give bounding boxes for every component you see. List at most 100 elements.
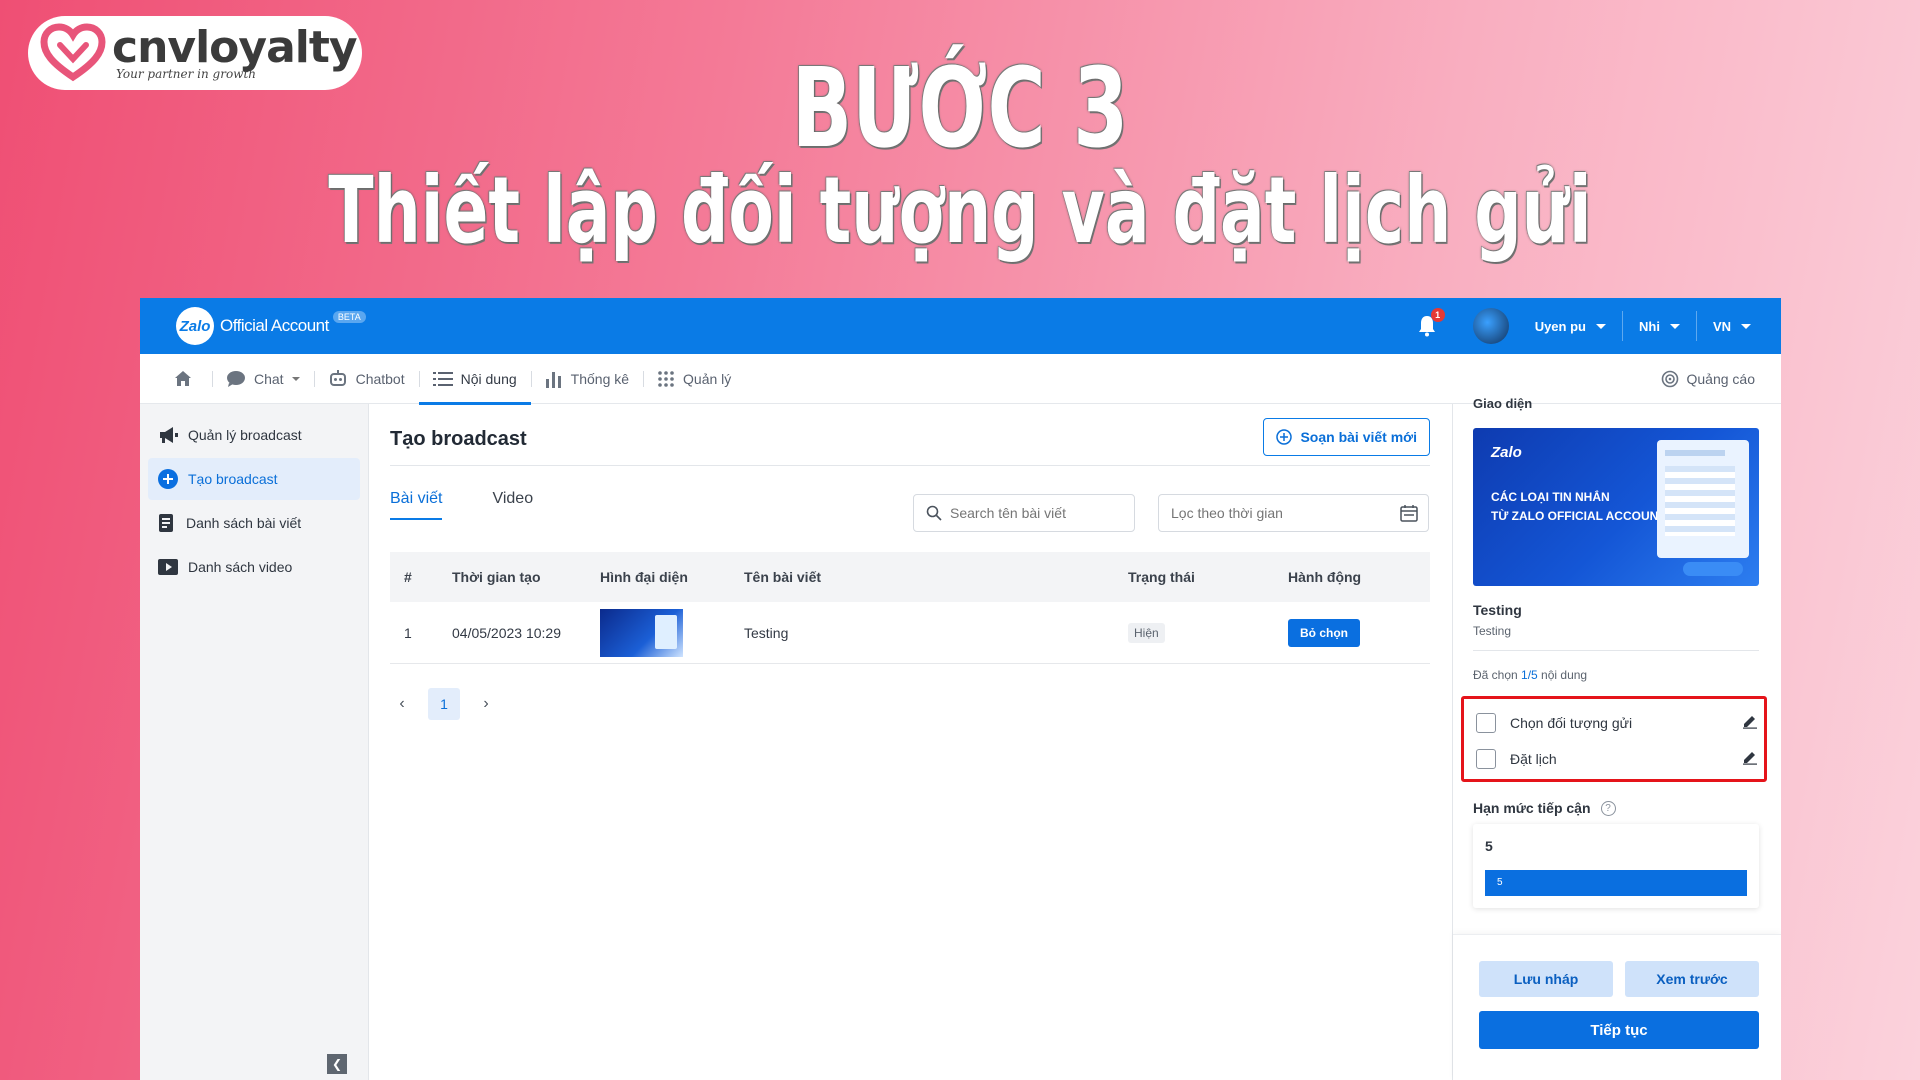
row-created-time: 04/05/2023 10:29 [452, 624, 561, 641]
nav-statistics[interactable]: Thống kê [530, 354, 643, 404]
schedule-checkbox[interactable] [1476, 749, 1496, 769]
account-name: Nhi [1638, 318, 1660, 334]
brand-label: Official Account [220, 316, 329, 335]
selected-prefix: Đã chọn [1473, 668, 1522, 682]
panel-footer: Lưu nháp Xem trước Tiếp tục [1453, 934, 1781, 1080]
next-page-button[interactable]: › [474, 692, 498, 716]
notification-button[interactable]: 1 [1415, 308, 1445, 338]
user-name: Uyen pu [1534, 318, 1586, 334]
reach-limit-value: 5 [1485, 838, 1493, 854]
section-heading: Giao diện [1473, 396, 1533, 411]
plus-circle-icon [158, 469, 178, 489]
broadcast-settings-panel: Giao diện Zalo CÁC LOẠI TIN NHẮN TỪ ZALO… [1452, 396, 1781, 1080]
audience-checkbox[interactable] [1476, 713, 1496, 733]
column-header: Hình đại diện [600, 569, 688, 585]
prev-page-button[interactable]: ‹ [390, 692, 414, 716]
date-filter[interactable] [1158, 494, 1429, 532]
sidebar-collapse-button[interactable]: ❮ [327, 1054, 347, 1074]
sidebar-item-video-list[interactable]: Danh sách video [148, 546, 360, 588]
page-number[interactable]: 1 [428, 688, 460, 720]
tab-articles[interactable]: Bài viết [390, 490, 443, 520]
sidebar-item-article-list[interactable]: Danh sách bài viết [148, 502, 360, 544]
nav-management[interactable]: Quản lý [643, 354, 745, 404]
column-header: Trạng thái [1128, 569, 1195, 585]
option-schedule[interactable]: Đặt lịch [1476, 747, 1758, 771]
reach-limit-card: 5 5 [1473, 824, 1759, 908]
status-badge: Hiện [1128, 622, 1165, 643]
zalo-oa-brand[interactable]: Zalo Official Account BETA [176, 307, 366, 345]
nav-label: Chat [254, 370, 284, 387]
reach-limit-bar: 5 [1485, 870, 1747, 896]
sidebar-item-create-broadcast[interactable]: Tạo broadcast [148, 458, 360, 500]
option-select-audience[interactable]: Chọn đối tượng gửi [1476, 711, 1758, 735]
search-field[interactable] [913, 494, 1135, 532]
selected-count: 1/5 [1521, 668, 1538, 682]
page-title: Tạo broadcast [390, 428, 527, 450]
compose-new-article-button[interactable]: Soạn bài viết mới [1263, 418, 1430, 456]
option-label: Chọn đối tượng gửi [1510, 715, 1633, 731]
search-input[interactable] [950, 505, 1120, 521]
highlight-box: Chọn đối tượng gửi Đặt lịch [1461, 696, 1767, 782]
beta-badge: BETA [332, 311, 366, 323]
search-icon [926, 505, 942, 521]
list-icon [432, 371, 453, 386]
language-switcher[interactable]: VN [1695, 311, 1767, 341]
help-icon[interactable]: ? [1600, 800, 1616, 816]
compose-label: Soạn bài viết mới [1300, 429, 1417, 445]
column-header: Thời gian tạo [452, 569, 541, 585]
article-preview-card: Zalo CÁC LOẠI TIN NHẮN TỪ ZALO OFFICIAL … [1473, 428, 1759, 586]
date-filter-input[interactable] [1171, 505, 1371, 521]
column-header: # [404, 569, 412, 585]
preview-brand: Zalo [1491, 444, 1522, 461]
tab-videos[interactable]: Video [492, 490, 533, 520]
pencil-icon[interactable] [1742, 749, 1758, 765]
preview-pill-graphic [1683, 562, 1743, 576]
deselect-button[interactable]: Bỏ chọn [1288, 618, 1360, 647]
reach-limit-label: Hạn mức tiếp cận [1473, 800, 1591, 816]
articles-table: # Thời gian tạo Hình đại diện Tên bài vi… [390, 552, 1430, 664]
sidebar-item-manage-broadcast[interactable]: Quản lý broadcast [148, 414, 360, 456]
sidebar-item-label: Quản lý broadcast [188, 427, 302, 443]
preview-headline: TỪ ZALO OFFICIAL ACCOUNT [1491, 509, 1666, 523]
sidebar-item-label: Danh sách video [188, 559, 293, 575]
article-title: Testing [1473, 602, 1522, 618]
selected-suffix: nội dung [1537, 668, 1588, 682]
heart-logo-icon [40, 23, 106, 82]
pencil-icon[interactable] [1742, 713, 1758, 729]
bar-chart-icon [545, 371, 561, 388]
nav-chatbot[interactable]: Chatbot [313, 354, 419, 404]
ads-label: Quảng cáo [1686, 371, 1756, 387]
headline-step: BƯỚC 3 [791, 44, 1129, 172]
selected-count-text: Đã chọn 1/5 nội dung [1473, 668, 1587, 682]
table-row[interactable]: 1 04/05/2023 10:29 Testing Hiện Bỏ chọn [390, 602, 1430, 664]
continue-button[interactable]: Tiếp tục [1479, 1011, 1759, 1049]
language-label: VN [1712, 318, 1731, 334]
video-icon [158, 559, 178, 575]
reach-limit-fill: 5 [1485, 870, 1747, 896]
option-label: Đặt lịch [1510, 751, 1557, 767]
article-thumbnail [600, 608, 683, 657]
save-draft-button[interactable]: Lưu nháp [1479, 961, 1613, 997]
article-list-icon [159, 514, 173, 532]
preview-button[interactable]: Xem trước [1625, 961, 1759, 997]
ads-link[interactable]: Quảng cáo [1661, 354, 1756, 404]
page-header: Tạo broadcast Soạn bài viết mới [390, 418, 1430, 466]
headline-subtitle: Thiết lập đối tượng và đặt lịch gửi [328, 157, 1592, 264]
nav-home[interactable] [140, 354, 212, 404]
nav-label: Nội dung [460, 370, 517, 387]
table-header: # Thời gian tạo Hình đại diện Tên bài vi… [390, 552, 1430, 602]
main-content: Tạo broadcast Soạn bài viết mới Bài viết… [370, 404, 1591, 1080]
sidebar: Quản lý broadcast Tạo broadcast Danh sác… [140, 404, 369, 1080]
avatar[interactable] [1472, 308, 1509, 344]
nav-content[interactable]: Nội dung [418, 354, 531, 405]
chevron-left-icon: ❮ [331, 1057, 343, 1071]
chevron-down-icon [1669, 323, 1680, 329]
account-switcher[interactable]: Nhi [1621, 311, 1696, 341]
top-bar: Zalo Official Account BETA 1 Uyen pu Nhi [140, 298, 1781, 354]
column-header: Tên bài viết [744, 569, 822, 585]
nav-chat[interactable]: Chat [212, 354, 314, 404]
user-menu[interactable]: Uyen pu [1519, 311, 1622, 341]
article-subtitle: Testing [1473, 624, 1512, 638]
sidebar-item-label: Danh sách bài viết [186, 515, 302, 531]
column-header: Hành động [1288, 569, 1362, 585]
